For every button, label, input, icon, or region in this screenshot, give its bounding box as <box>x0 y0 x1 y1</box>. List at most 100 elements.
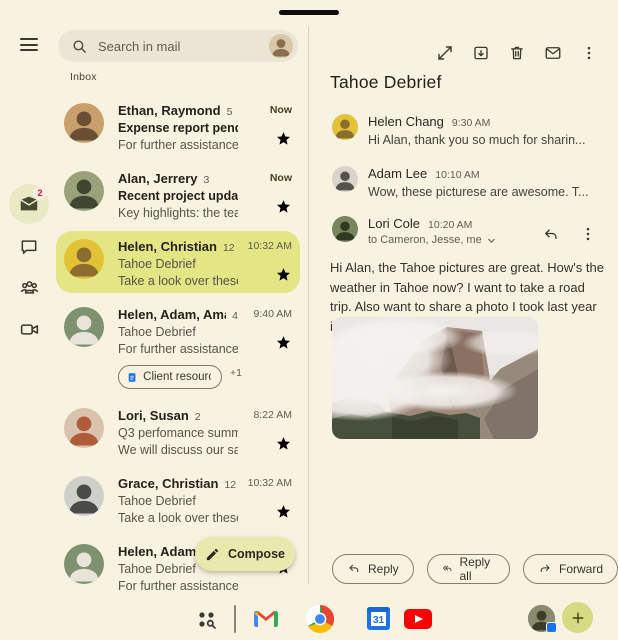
subject: Tahoe Debrief <box>118 257 238 272</box>
email-list-item[interactable]: Lori, Susan2 Q3 perfomance summary We wi… <box>56 400 300 466</box>
reply-icon[interactable] <box>542 226 560 244</box>
reply-button[interactable]: Reply <box>332 554 414 584</box>
snippet: For further assistance please... <box>118 138 238 153</box>
message-snippet: Hi Alan, thank you so much for sharin... <box>368 133 598 147</box>
forward-button[interactable]: Forward <box>523 554 618 584</box>
star-toggle[interactable] <box>275 435 292 452</box>
message-sender: Helen Chang <box>368 114 444 129</box>
avatar <box>64 544 104 584</box>
thread-count: 12 <box>224 479 236 491</box>
message-collapsed[interactable]: Adam Lee 10:10 AM Wow, these picturese a… <box>332 166 598 199</box>
profile-avatar[interactable] <box>269 34 293 58</box>
recipients-label: to Cameron, Jesse, me <box>368 234 482 246</box>
snippet: Key highlights: the team has a... <box>118 206 238 221</box>
message-time: 10:20 AM <box>428 219 472 231</box>
avatar <box>64 171 104 211</box>
reply-all-button[interactable]: Reply all <box>427 554 510 584</box>
pencil-icon <box>205 547 220 562</box>
attachment-label: Client resource... <box>143 371 211 383</box>
expand-icon[interactable] <box>436 44 454 62</box>
email-list-item[interactable]: Helen, Adam, Amanda4 Tahoe Debrief For f… <box>56 299 300 395</box>
sender-names: Grace, Christian <box>118 476 218 491</box>
star-toggle[interactable] <box>275 198 292 215</box>
more-options-icon[interactable] <box>580 44 598 62</box>
sender-names: Helen, Christian <box>118 239 217 254</box>
sender-names: Alan, Jerrery <box>118 171 198 186</box>
reply-all-label: Reply all <box>459 555 495 583</box>
timestamp: 8:22 AM <box>253 409 292 421</box>
email-list-item[interactable]: Alan, Jerrery3 Recent project updates Ke… <box>56 163 300 229</box>
message-actions: Reply Reply all Forward <box>332 554 618 584</box>
email-list-item[interactable]: Ethan, Raymond5 Expense report pending F… <box>56 95 300 161</box>
timestamp: Now <box>270 172 292 184</box>
attachment-extra-count: +1 <box>230 367 242 379</box>
reply-icon <box>347 562 361 576</box>
avatar <box>332 216 358 242</box>
email-list-item-selected[interactable]: Helen, Christian12 Tahoe Debrief Take a … <box>56 231 300 293</box>
hinge-indicator <box>279 10 339 15</box>
star-toggle[interactable] <box>275 334 292 351</box>
groups-icon <box>18 276 41 299</box>
search-icon <box>71 38 88 55</box>
gmail-app-icon[interactable] <box>253 609 279 629</box>
reply-all-icon <box>442 562 453 576</box>
subject: Tahoe Debrief <box>118 494 238 509</box>
rail-spaces-tab[interactable] <box>9 267 49 307</box>
timestamp: 9:40 AM <box>253 308 292 320</box>
thread-count: 3 <box>204 174 210 186</box>
timestamp: 10:32 AM <box>248 240 292 252</box>
calendar-app-icon[interactable]: 31 <box>366 606 391 631</box>
star-toggle[interactable] <box>275 503 292 520</box>
avatar <box>64 307 104 347</box>
forward-icon <box>538 562 552 576</box>
message-collapsed[interactable]: Helen Chang 9:30 AM Hi Alan, thank you s… <box>332 114 598 147</box>
sender-names: Helen, Adam, Amanda <box>118 307 226 322</box>
timestamp: Now <box>270 104 292 116</box>
message-sender: Adam Lee <box>368 166 427 181</box>
youtube-app-icon[interactable] <box>404 609 432 629</box>
videocam-icon <box>19 319 40 340</box>
compose-button[interactable]: Compose <box>195 537 295 571</box>
pane-divider <box>308 26 309 584</box>
archive-icon[interactable] <box>472 44 490 62</box>
message-time: 10:10 AM <box>435 169 479 181</box>
avatar <box>64 103 104 143</box>
forward-label: Forward <box>559 562 603 576</box>
mark-unread-icon[interactable] <box>544 44 562 62</box>
thread-title: Tahoe Debrief <box>330 72 442 93</box>
recipients-toggle[interactable]: to Cameron, Jesse, me <box>368 234 598 246</box>
inbox-label: Inbox <box>70 71 97 83</box>
rail-meet-tab[interactable] <box>9 309 49 349</box>
reply-label: Reply <box>368 562 399 576</box>
snippet: We will discuss our sales... <box>118 443 238 458</box>
message-sender: Lori Cole <box>368 216 420 231</box>
chrome-app-icon[interactable] <box>305 604 335 634</box>
snippet: For further assistance... <box>118 579 238 594</box>
yosemite-photo[interactable] <box>332 317 538 439</box>
app-drawer-icon[interactable] <box>194 607 218 631</box>
delete-icon[interactable] <box>508 44 526 62</box>
avatar <box>332 114 358 140</box>
rail-chat-tab[interactable] <box>9 227 49 267</box>
detail-toolbar <box>436 44 598 62</box>
search-bar[interactable]: Search in mail <box>58 30 298 62</box>
subject: Tahoe Debrief <box>118 325 238 340</box>
message-more-icon[interactable] <box>579 225 597 243</box>
rail-mail-tab[interactable]: 2 <box>9 184 49 224</box>
snippet: Take a look over these... <box>118 511 238 526</box>
taskbar-profile-avatar[interactable] <box>528 605 555 632</box>
taskbar-divider <box>234 605 236 633</box>
add-button[interactable] <box>562 602 593 633</box>
timestamp: 10:32 AM <box>248 477 292 489</box>
sender-names: Lori, Susan <box>118 408 189 423</box>
star-toggle[interactable] <box>275 130 292 147</box>
star-toggle[interactable] <box>275 266 292 283</box>
email-list-item[interactable]: Grace, Christian 12 Tahoe Debrief Take a … <box>56 468 300 534</box>
compose-label: Compose <box>228 547 285 561</box>
message-snippet: Wow, these picturese are awesome. T... <box>368 185 598 199</box>
attachment-chip[interactable]: Client resource... <box>118 365 222 389</box>
menu-icon[interactable] <box>20 38 38 51</box>
subject: Expense report pending <box>118 121 238 136</box>
chat-icon <box>19 237 39 257</box>
chevron-down-icon <box>486 235 497 246</box>
